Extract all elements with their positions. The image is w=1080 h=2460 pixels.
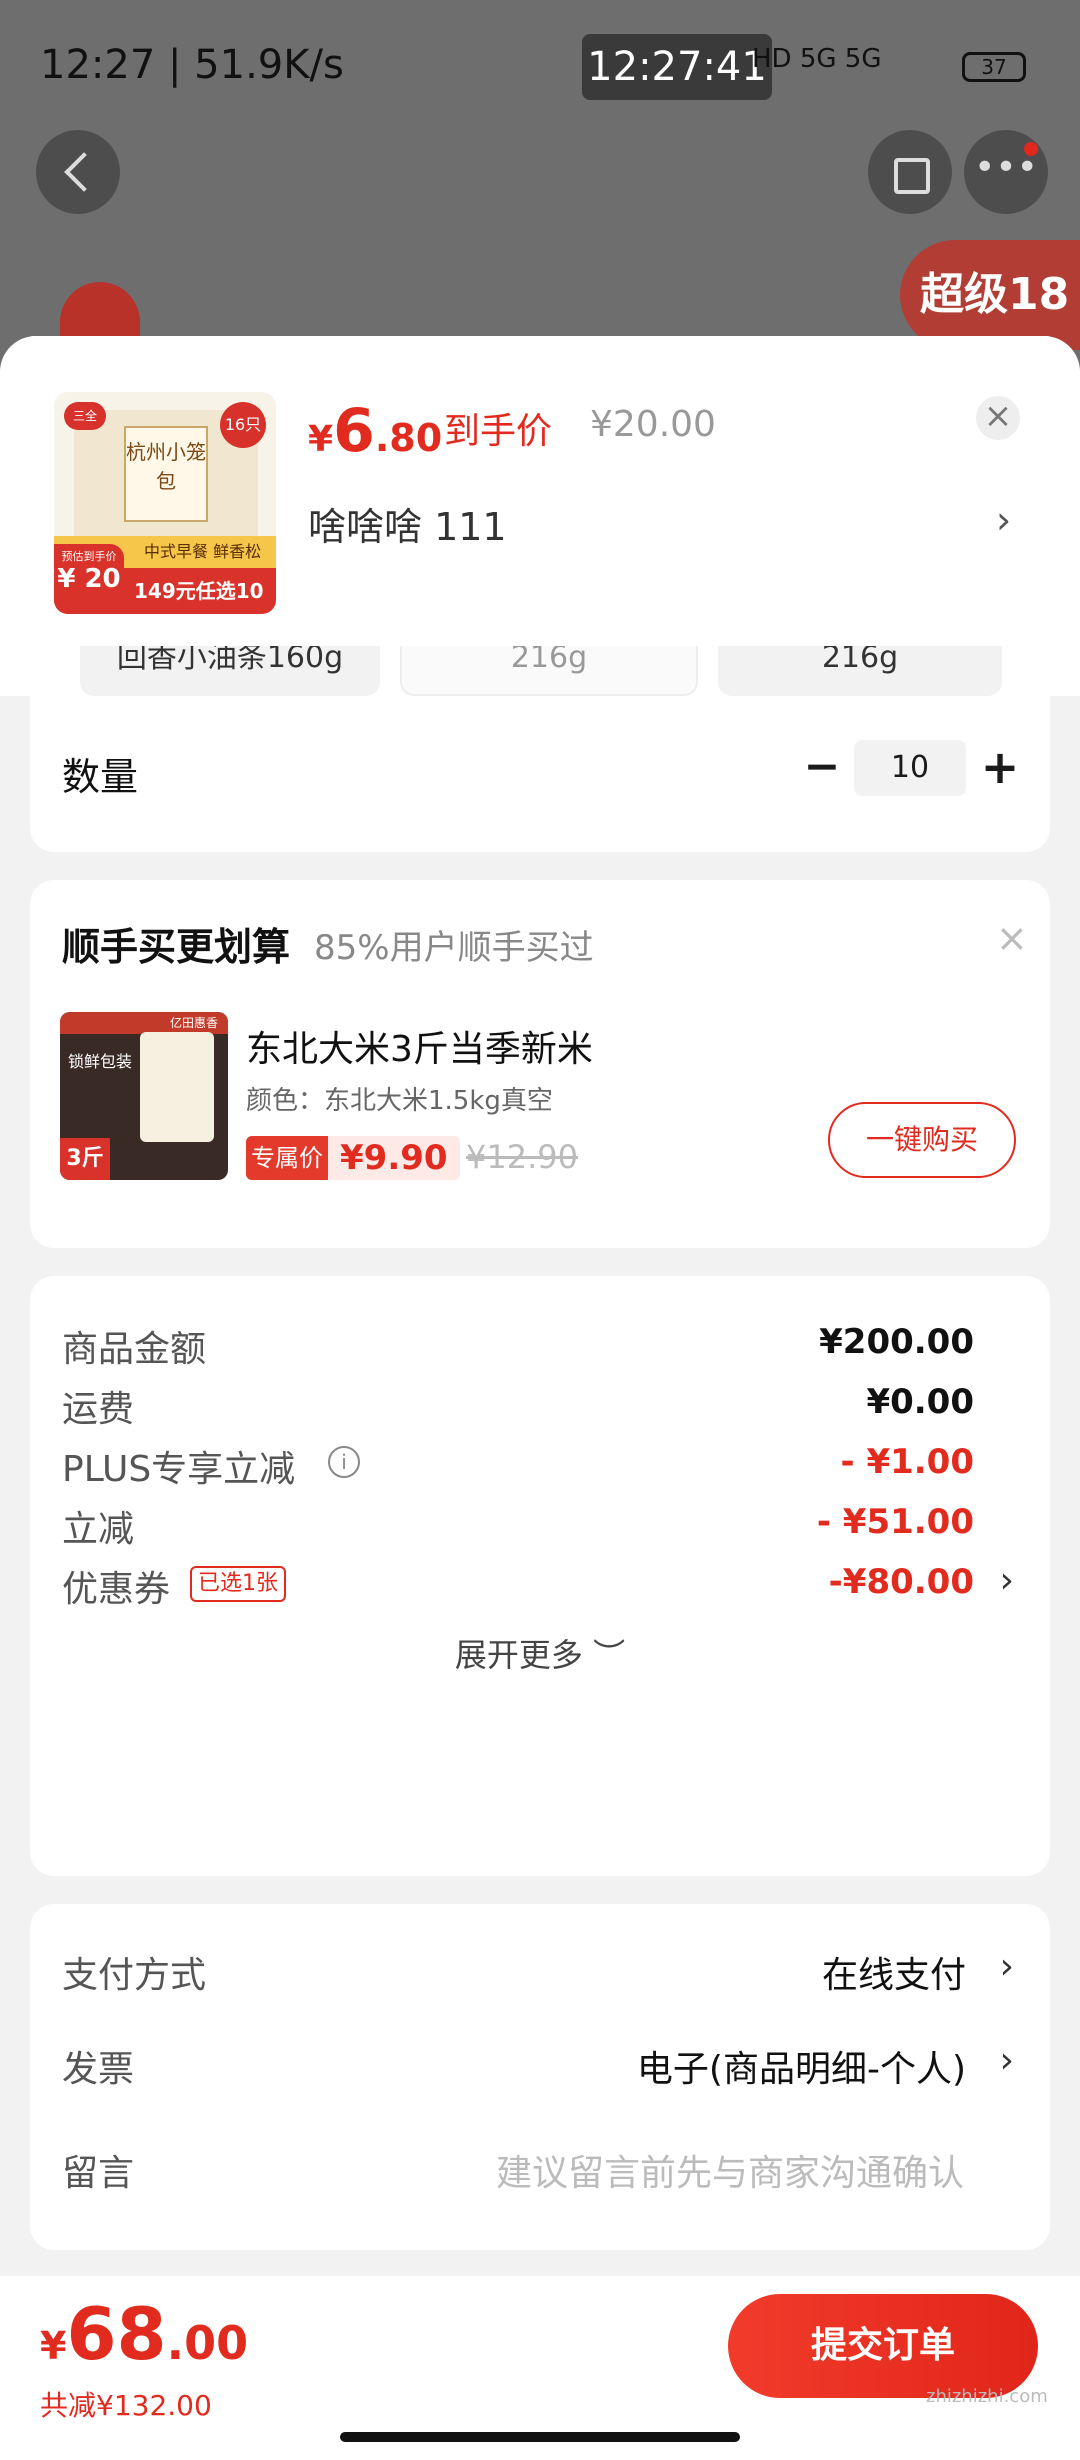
note-input[interactable]: 建议留言前先与商家沟通确认 [496, 2144, 964, 2196]
close-icon[interactable]: × [996, 916, 1028, 960]
payment-card: 支付方式 在线支付 › 发票 电子(商品明细-个人) › 留言 建议留言前先与商… [30, 1904, 1050, 2250]
brand-logo [60, 282, 140, 342]
sku-option[interactable]: 216g [718, 638, 1002, 696]
signal-icon: HD 5G 5G [752, 44, 882, 74]
thumb-price-box: 预估到手价 ¥ 20 [54, 544, 124, 614]
watermark: zhizhizhi.com [926, 2386, 1048, 2407]
row-label: PLUS专享立减 [62, 1449, 296, 1490]
share-button[interactable] [868, 130, 952, 214]
quantity-decrease-button[interactable]: − [800, 740, 844, 794]
sku-option[interactable]: 216g [400, 638, 698, 696]
price-summary-card: 商品金额 ¥200.00 运费 ¥0.00 PLUS专享立减 i - ¥1.00… [30, 1276, 1050, 1876]
total-saved: 共减¥132.00 [40, 2389, 212, 2422]
sku-options: 回香小油条160g 216g 216g [0, 638, 1080, 696]
addon-title: 顺手买更划算 [62, 925, 291, 969]
status-clock: 12:27:41 [582, 34, 772, 100]
addon-subtitle: 85%用户顺手买过 [314, 928, 594, 968]
payment-method-label: 支付方式 [62, 1955, 207, 1996]
addon-card: 顺手买更划算 85%用户顺手买过 × 亿田惠香 锁鲜包装 3斤 东北大米3斤当季… [30, 880, 1050, 1248]
coupon-badge: 已选1张 [190, 1566, 286, 1602]
chevron-right-icon[interactable]: › [1000, 2040, 1014, 2081]
close-icon[interactable]: × [976, 396, 1020, 440]
home-indicator [340, 2432, 740, 2442]
quantity-increase-button[interactable]: + [976, 740, 1024, 794]
addon-product-color: 颜色：东北大米1.5kg真空 [246, 1086, 553, 1116]
row-value: - ¥1.00 [840, 1442, 975, 1482]
payment-method-value[interactable]: 在线支付 [822, 1946, 966, 1998]
invoice-label: 发票 [62, 2049, 135, 2090]
battery-icon: 37 [962, 52, 1026, 82]
order-total: ¥68.00 [40, 2292, 249, 2376]
row-label: 运费 [62, 1389, 135, 1430]
exclusive-price-tag: 专属价 [246, 1136, 328, 1180]
row-label: 立减 [62, 1509, 135, 1550]
addon-original-price: ¥12.90 [466, 1138, 578, 1176]
chevron-right-icon[interactable]: › [1000, 1560, 1014, 1601]
quantity-input[interactable]: 10 [854, 740, 966, 796]
row-value[interactable]: -¥80.00 [829, 1562, 974, 1602]
row-label[interactable]: 优惠券 [62, 1560, 170, 1612]
chevron-right-icon[interactable]: › [996, 498, 1011, 542]
thumb-product-name: 杭州小笼包 [124, 426, 208, 522]
one-click-buy-button[interactable]: 一键购买 [828, 1102, 1016, 1178]
promo-banner: 超级18 [900, 240, 1080, 350]
submit-order-button[interactable]: 提交订单 [728, 2294, 1038, 2398]
original-price: ¥20.00 [590, 404, 716, 445]
row-label: 商品金额 [62, 1329, 207, 1370]
final-price-label: 到手价 [444, 411, 553, 452]
quantity-label: 数量 [62, 755, 139, 799]
info-icon[interactable]: i [328, 1446, 360, 1478]
row-value: - ¥51.00 [816, 1502, 974, 1542]
addon-price: ¥9.90 [328, 1136, 460, 1180]
addon-product-image[interactable]: 亿田惠香 锁鲜包装 3斤 [60, 1012, 228, 1180]
notification-dot [1024, 142, 1038, 156]
status-bar: 12:27 | 51.9K/s 12:27:41 HD 5G 5G 37 [0, 0, 1080, 130]
addon-product-name[interactable]: 东北大米3斤当季新米 [246, 1020, 593, 1072]
back-button[interactable] [36, 130, 120, 214]
note-label: 留言 [62, 2153, 135, 2194]
row-value: ¥0.00 [866, 1382, 974, 1422]
row-value: ¥200.00 [819, 1322, 974, 1362]
invoice-value[interactable]: 电子(商品明细-个人) [637, 2040, 966, 2092]
sheet-header: 三全 杭州小笼包 16只 中式早餐 鲜香松软 149元任选10件 预估到手价 ¥… [0, 336, 1080, 646]
chevron-right-icon[interactable]: › [1000, 1946, 1014, 1987]
expand-more-button[interactable]: 展开更多 ︶ [30, 1630, 1050, 1676]
bottom-bar: ¥68.00 共减¥132.00 提交订单 zhizhizhi.com [0, 2276, 1080, 2460]
more-button[interactable]: ••• [964, 130, 1048, 214]
final-price: ¥6.80 [308, 396, 443, 466]
selected-spec[interactable]: 啥啥啥 111 [308, 496, 507, 551]
order-sheet: 三全 杭州小笼包 16只 中式早餐 鲜香松软 149元任选10件 预估到手价 ¥… [0, 336, 1080, 2460]
product-thumbnail: 三全 杭州小笼包 16只 中式早餐 鲜香松软 149元任选10件 预估到手价 ¥… [54, 392, 276, 614]
thumb-count-badge: 16只 [220, 402, 266, 448]
brand-logo: 三全 [64, 402, 106, 430]
sku-option[interactable]: 回香小油条160g [80, 638, 380, 696]
status-time-speed: 12:27 | 51.9K/s [40, 42, 344, 88]
